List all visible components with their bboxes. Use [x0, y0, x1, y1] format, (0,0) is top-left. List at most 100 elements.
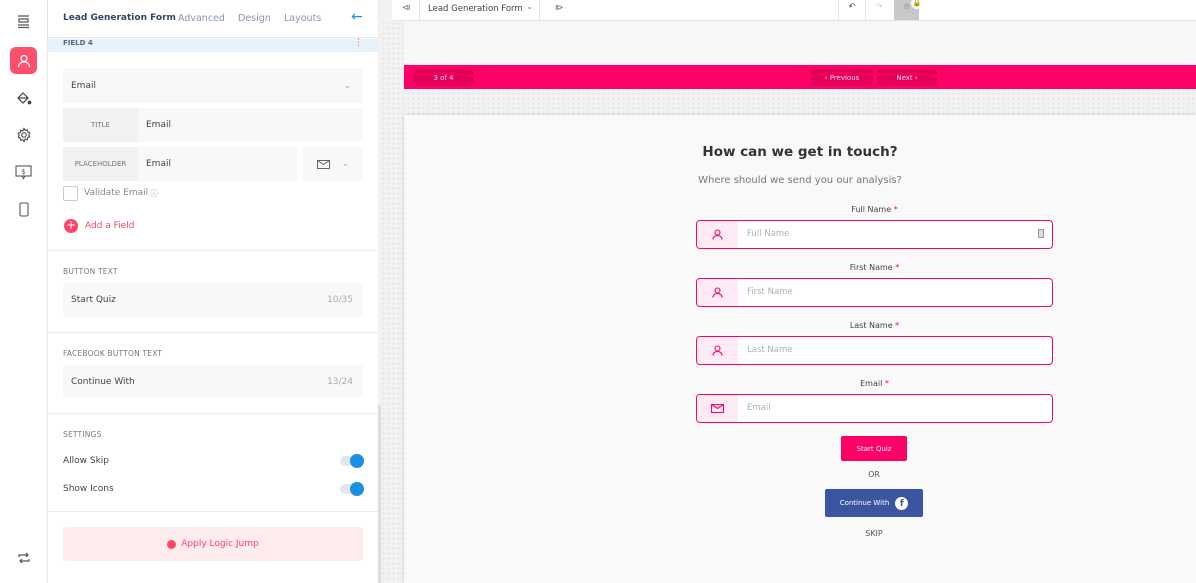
mail-icon [316, 159, 330, 169]
field-type-select[interactable]: Email ⌄ [63, 68, 363, 103]
previous-button[interactable]: ‹ Previous [811, 69, 873, 86]
field-type-value: Email [71, 80, 96, 91]
facebook-button-text-label: FACEBOOK BUTTON TEXT [63, 349, 163, 358]
placeholder-label: PLACEHOLDER [63, 147, 138, 181]
show-icons-toggle[interactable] [340, 482, 364, 496]
allow-skip-label: Allow Skip [63, 456, 110, 466]
paint-bucket-icon[interactable] [10, 84, 37, 111]
field-label-text: First Name [849, 263, 893, 272]
form-select-value: Lead Generation Form [428, 4, 523, 14]
add-field-button[interactable]: Add a Field [85, 221, 134, 231]
chevron-right-icon: › [912, 73, 918, 82]
divider [48, 250, 378, 251]
required-mark: * [895, 321, 900, 330]
lock-icon: 🔒 [911, 0, 923, 9]
icon-rail: $ [0, 0, 48, 583]
placeholder-input[interactable]: Email [138, 159, 171, 169]
title-input[interactable]: Email [138, 120, 171, 130]
tab-lead-generation-form[interactable]: Lead Generation Form [63, 13, 176, 23]
page-indicator: 3 of 4 [413, 69, 474, 86]
placeholder-field: PLACEHOLDER Email [63, 147, 297, 181]
last-page-icon[interactable]: ⧐ [555, 3, 564, 13]
apply-logic-jump-label: Apply Logic Jump [181, 539, 259, 549]
user-icon [697, 337, 738, 364]
user-icon [697, 279, 738, 306]
tab-design[interactable]: Design [238, 13, 271, 24]
sync-icon[interactable] [10, 544, 37, 571]
mobile-icon[interactable] [10, 196, 37, 223]
gear-icon[interactable] [10, 121, 37, 148]
add-field-icon[interactable]: + [64, 219, 78, 233]
form-input[interactable]: Email [696, 394, 1053, 423]
divider [48, 413, 378, 414]
required-mark: * [884, 379, 889, 388]
validate-email-label: Validate Email [84, 188, 149, 198]
allow-skip-toggle[interactable] [340, 454, 364, 468]
title-label: TITLE [63, 108, 138, 142]
facebook-continue-button[interactable]: Continue With f [825, 489, 923, 517]
skip-button[interactable]: SKIP [404, 529, 1196, 538]
divider [48, 511, 378, 512]
field-header-title: FIELD 4 [63, 39, 93, 47]
form-subtitle: Where should we send you our analysis? [698, 175, 902, 186]
user-icon[interactable] [10, 47, 37, 74]
facebook-button-text-value: Continue With [71, 376, 135, 387]
form-preview-card: How can we get in touch? Where should we… [404, 115, 1196, 583]
facebook-button-text-input[interactable]: Continue With 13/24 [63, 365, 363, 398]
apply-logic-jump-button[interactable]: Apply Logic Jump [63, 527, 363, 561]
tab-advanced[interactable]: Advanced [178, 13, 225, 24]
layout-icon[interactable] [10, 8, 37, 35]
next-button[interactable]: Next › [877, 69, 937, 86]
field-label-text: Full Name [851, 205, 892, 214]
field-header: FIELD 4 ⋮ [48, 39, 378, 52]
input-placeholder: Full Name [747, 229, 790, 239]
field-label: Last Name * [696, 321, 1053, 330]
panel-tabs: Lead Generation Form Advanced Design Lay… [48, 0, 378, 38]
validate-email-checkbox[interactable] [63, 186, 78, 201]
form-input[interactable]: First Name [696, 278, 1053, 307]
input-placeholder: First Name [747, 287, 793, 297]
char-count: 13/24 [327, 376, 353, 387]
required-mark: * [895, 263, 900, 272]
facebook-button-label: Continue With [839, 499, 890, 507]
form-select[interactable]: Lead Generation Form ⌄ [419, 0, 540, 20]
preview-header [404, 21, 1196, 65]
autofill-icon[interactable] [1038, 229, 1044, 238]
top-toolbar: ⧏ Lead Generation Form ⌄ ⧐ ↶ ↷ ⊛ 🔒 [392, 0, 1196, 21]
field-label: Full Name * [696, 205, 1053, 214]
back-arrow-icon[interactable]: ← [351, 9, 363, 25]
redo-button[interactable]: ↷ [865, 0, 892, 20]
svg-text:$: $ [21, 168, 25, 176]
button-text-label: BUTTON TEXT [63, 267, 118, 276]
form-input[interactable]: Full Name [696, 220, 1053, 249]
placeholder-icon-select[interactable]: ⌄ [303, 147, 363, 181]
form-input[interactable]: Last Name [696, 336, 1053, 365]
user-icon [697, 221, 738, 248]
info-icon[interactable]: ⓘ [150, 188, 158, 199]
field-label-text: Email [860, 379, 883, 388]
char-count: 10/35 [327, 295, 353, 305]
input-placeholder: Last Name [747, 345, 793, 355]
settings-label: SETTINGS [63, 430, 102, 439]
button-text-input[interactable]: Start Quiz 10/35 [63, 283, 363, 317]
facebook-icon: f [895, 496, 909, 510]
button-text-value: Start Quiz [71, 295, 116, 305]
pricing-icon[interactable]: $ [10, 159, 37, 186]
undo-button[interactable]: ↶ [838, 0, 865, 20]
first-page-icon[interactable]: ⧏ [402, 3, 411, 13]
start-quiz-button[interactable]: Start Quiz [841, 436, 907, 461]
chevron-down-icon: ⌄ [343, 80, 351, 91]
field-label-text: Last Name [849, 321, 893, 330]
progress-bar: 3 of 4 ‹ Previous Next › [404, 65, 1196, 89]
field-label: First Name * [696, 263, 1053, 272]
input-placeholder: Email [747, 403, 771, 413]
or-separator: OR [868, 470, 880, 479]
logic-jump-icon [167, 539, 177, 549]
more-options-icon[interactable]: ⋮ [354, 39, 363, 48]
tab-layouts[interactable]: Layouts [284, 13, 321, 24]
divider [48, 332, 378, 333]
previous-label: Previous [829, 73, 860, 82]
field-label: Email * [696, 379, 1053, 388]
next-label: Next [896, 73, 913, 82]
chevron-down-icon: ⌄ [341, 159, 350, 169]
